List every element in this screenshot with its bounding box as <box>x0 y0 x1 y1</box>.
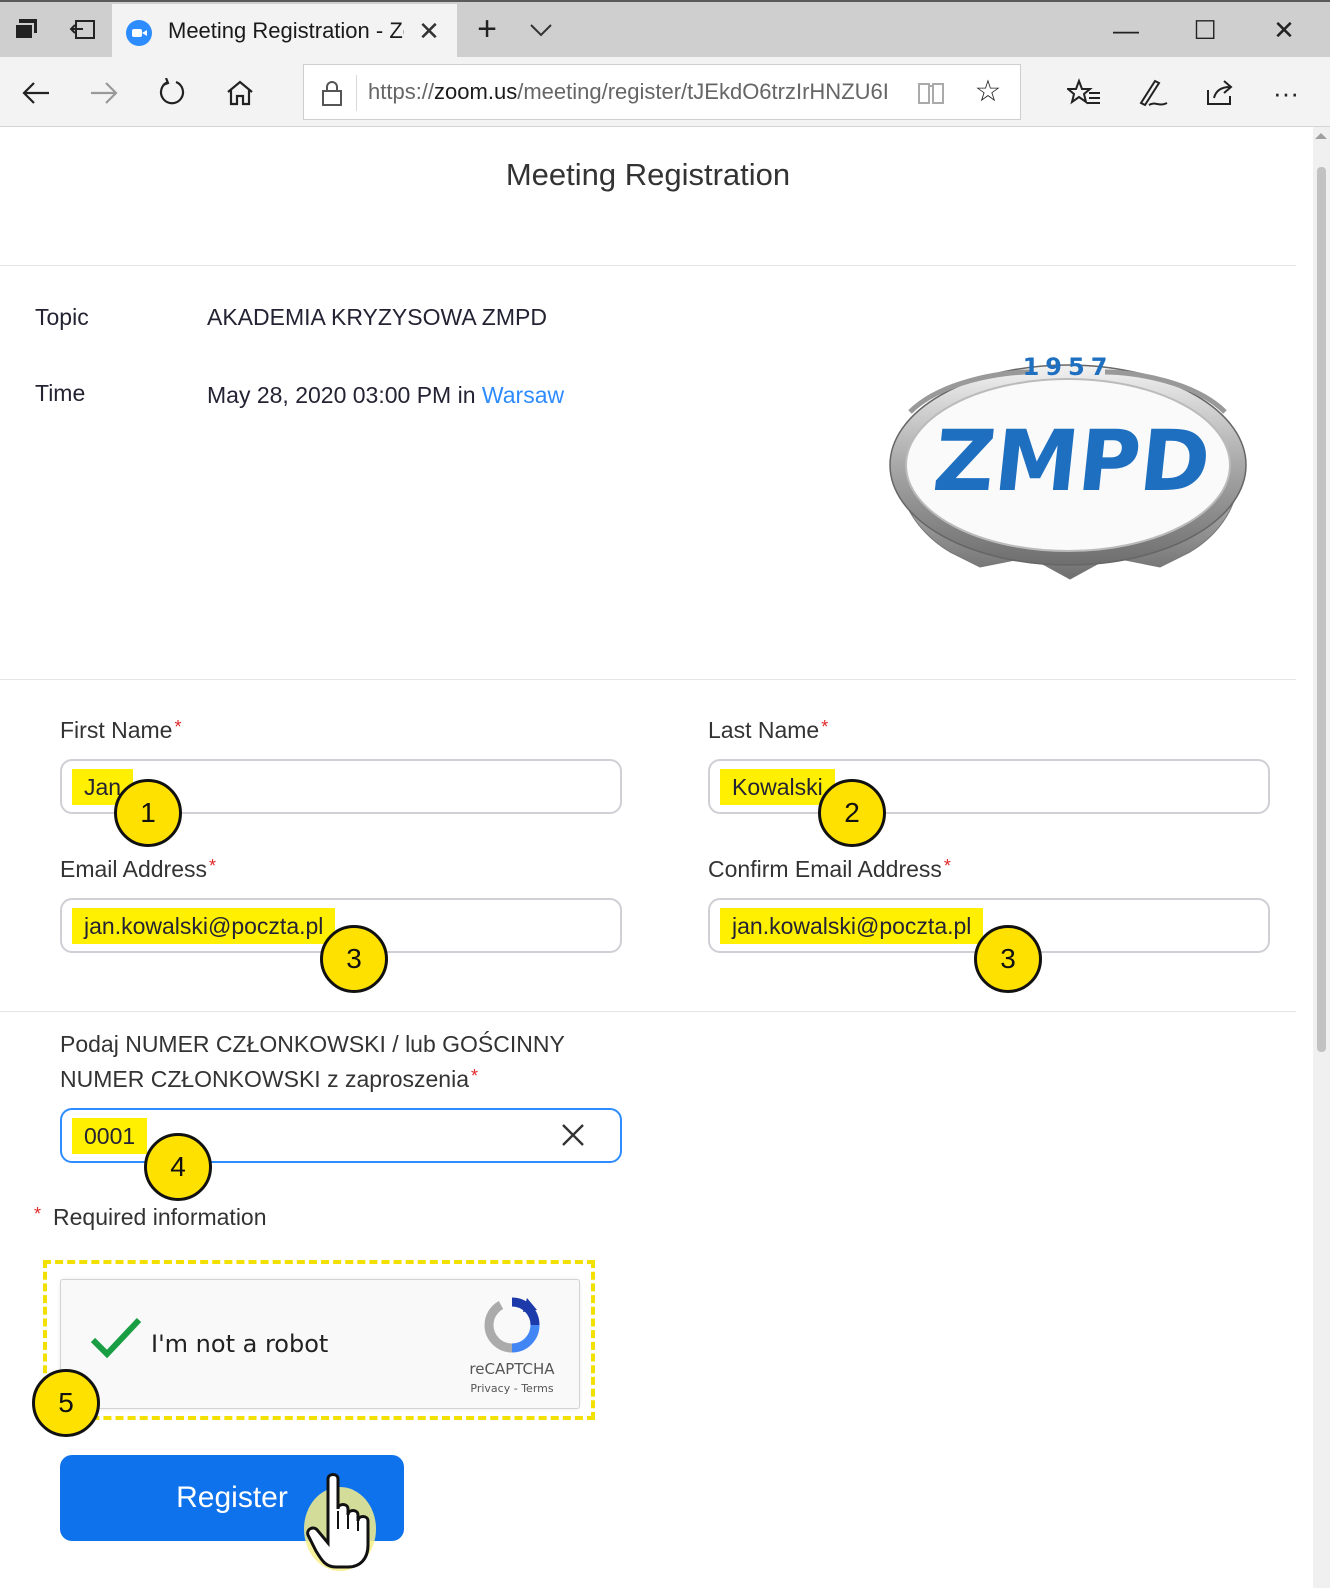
step-badge-2: 2 <box>818 779 886 847</box>
logo-wordmark: ZMPD <box>929 412 1215 510</box>
time-label: Time <box>35 380 86 406</box>
recaptcha-logo-icon <box>483 1296 541 1354</box>
topic-value: AKADEMIA KRYZYSOWA ZMPD <box>207 304 547 330</box>
form-divider <box>0 1011 1296 1012</box>
timezone-link[interactable]: Warsaw <box>482 382 564 408</box>
share-icon[interactable] <box>1200 73 1240 113</box>
zoom-favicon-icon <box>126 20 152 46</box>
navigation-toolbar: https://zoom.us/meeting/register/tJEkdO6… <box>0 57 1330 127</box>
zmpd-logo: 1957 ZMPD <box>880 347 1255 587</box>
lock-icon <box>320 79 344 107</box>
captcha-privacy-terms[interactable]: Privacy - Terms <box>453 1382 571 1395</box>
member-number-label-line2: NUMER CZŁONKOWSKI z zaproszenia * <box>60 1066 478 1092</box>
step-badge-5: 5 <box>32 1369 100 1437</box>
last-name-value: Kowalski <box>720 769 835 805</box>
tab-preview-chevron-icon[interactable] <box>525 14 557 46</box>
header-divider <box>0 265 1296 266</box>
recaptcha-widget[interactable]: I'm not a robot reCAPTCHA Privacy - Term… <box>60 1279 580 1409</box>
page-viewport: Meeting Registration Topic AKADEMIA KRYZ… <box>0 127 1313 1588</box>
page-scrollbar[interactable] <box>1313 127 1330 1588</box>
last-name-label: Last Name * <box>708 717 829 743</box>
captcha-brand: reCAPTCHA <box>469 1360 555 1378</box>
required-information-note: * Required information <box>34 1204 267 1230</box>
confirm-email-value: jan.kowalski@poczta.pl <box>720 908 984 944</box>
reading-view-icon[interactable] <box>916 78 946 108</box>
page-title: Meeting Registration <box>505 157 791 192</box>
info-divider <box>0 679 1296 680</box>
email-value: jan.kowalski@poczta.pl <box>72 908 336 944</box>
tab-actions-icon[interactable] <box>12 16 42 44</box>
maximize-button[interactable]: ☐ <box>1183 10 1227 50</box>
clear-input-icon[interactable] <box>558 1120 588 1150</box>
captcha-checkmark-icon[interactable] <box>89 1316 143 1362</box>
set-aside-tabs-icon[interactable] <box>68 16 98 44</box>
step-badge-3-email: 3 <box>320 925 388 993</box>
time-value: May 28, 2020 03:00 PM in Warsaw <box>207 382 565 408</box>
step-badge-3-confirm: 3 <box>974 925 1042 993</box>
step-badge-4: 4 <box>144 1133 212 1201</box>
member-number-field[interactable]: 0001 <box>60 1108 622 1163</box>
step-badge-1: 1 <box>114 779 182 847</box>
window-close-button[interactable]: ✕ <box>1262 10 1306 50</box>
scroll-up-arrow-icon[interactable] <box>1315 133 1327 139</box>
browser-tab-bar: Meeting Registration - Zoom ✕ + — ☐ ✕ <box>0 0 1330 59</box>
tab-title: Meeting Registration - Zoom <box>168 18 404 43</box>
hand-pointer-cursor-icon <box>300 1467 382 1577</box>
member-number-label-line1: Podaj NUMER CZŁONKOWSKI / lub GOŚCINNY <box>60 1031 565 1057</box>
favorites-list-icon[interactable] <box>1064 73 1104 113</box>
home-icon[interactable] <box>220 73 260 113</box>
confirm-email-label: Confirm Email Address * <box>708 856 951 882</box>
web-note-pen-icon[interactable] <box>1132 73 1172 113</box>
scroll-thumb[interactable] <box>1317 167 1326 1052</box>
new-tab-button[interactable]: + <box>470 12 504 48</box>
minimize-button[interactable]: — <box>1104 10 1148 50</box>
forward-arrow-icon[interactable] <box>84 73 124 113</box>
member-number-value: 0001 <box>72 1118 148 1154</box>
url-separator <box>356 75 357 111</box>
topic-label: Topic <box>35 304 89 330</box>
email-label: Email Address * <box>60 856 217 882</box>
url-text[interactable]: https://zoom.us/meeting/register/tJEkdO6… <box>368 79 900 105</box>
captcha-label: I'm not a robot <box>151 1330 329 1358</box>
back-arrow-icon[interactable] <box>16 73 56 113</box>
more-menu-icon[interactable]: ··· <box>1266 73 1306 113</box>
last-name-field[interactable]: Kowalski <box>708 759 1270 814</box>
refresh-icon[interactable] <box>152 73 192 113</box>
tab-close-icon[interactable]: ✕ <box>414 16 444 46</box>
address-bar[interactable]: https://zoom.us/meeting/register/tJEkdO6… <box>303 64 1021 120</box>
first-name-label: First Name * <box>60 717 182 743</box>
tab-meeting-registration[interactable]: Meeting Registration - Zoom ✕ <box>112 4 457 59</box>
favorite-star-icon[interactable]: ☆ <box>972 75 1004 109</box>
logo-year: 1957 <box>1023 353 1114 381</box>
